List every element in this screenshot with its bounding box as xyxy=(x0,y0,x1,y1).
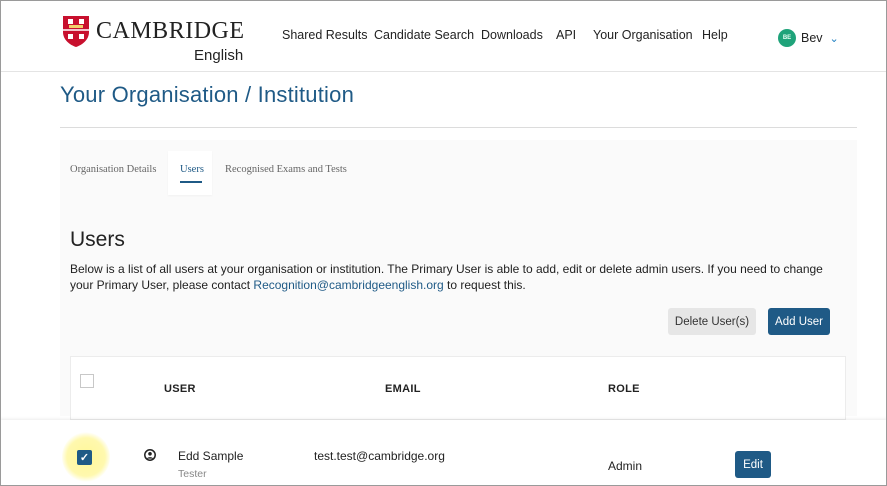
user-icon xyxy=(144,449,156,461)
user-menu[interactable]: BE Bev ⌄ xyxy=(778,28,839,48)
top-header: CAMBRIDGE English Shared Results Candida… xyxy=(0,0,887,72)
user-role: Admin xyxy=(608,459,643,473)
cambridge-english-logo[interactable]: CAMBRIDGE English xyxy=(62,14,245,66)
nav-shared-results[interactable]: Shared Results xyxy=(282,28,367,42)
delete-users-button[interactable]: Delete User(s) xyxy=(668,308,756,335)
user-name-label: Bev xyxy=(801,31,823,45)
tab-organisation-details[interactable]: Organisation Details xyxy=(70,164,156,175)
column-header-role[interactable]: ROLE xyxy=(608,383,640,395)
user-email: test.test@cambridge.org xyxy=(314,449,445,463)
nav-your-organisation[interactable]: Your Organisation xyxy=(593,28,693,42)
select-all-checkbox[interactable] xyxy=(80,374,94,388)
title-divider xyxy=(60,127,857,128)
nav-candidate-search[interactable]: Candidate Search xyxy=(374,28,474,42)
column-header-email[interactable]: EMAIL xyxy=(385,383,421,395)
active-tab-indicator xyxy=(180,181,202,183)
description-text-end: to request this. xyxy=(443,278,526,292)
avatar: BE xyxy=(778,29,796,47)
cambridge-shield-icon xyxy=(63,16,89,47)
edit-user-button[interactable]: Edit xyxy=(735,451,771,478)
section-heading: Users xyxy=(70,228,125,251)
tab-recognised-exams[interactable]: Recognised Exams and Tests xyxy=(225,164,347,175)
chevron-down-icon: ⌄ xyxy=(829,32,839,45)
logo-wordmark: CAMBRIDGE xyxy=(96,18,245,44)
user-name: Edd Sample xyxy=(178,449,244,463)
section-description: Below is a list of all users at your org… xyxy=(70,261,840,293)
logo-subtitle: English xyxy=(194,47,244,64)
user-subtitle: Tester xyxy=(178,468,207,480)
contact-email-link[interactable]: Recognition@cambridgeenglish.org xyxy=(253,278,443,292)
nav-api[interactable]: API xyxy=(556,28,576,42)
column-header-user[interactable]: USER xyxy=(164,383,196,395)
row-checkbox[interactable]: ✓ xyxy=(77,450,92,465)
page-title: Your Organisation / Institution xyxy=(60,82,355,107)
add-user-button[interactable]: Add User xyxy=(768,308,830,335)
nav-downloads[interactable]: Downloads xyxy=(481,28,543,42)
tab-users[interactable]: Users xyxy=(180,164,204,175)
nav-help[interactable]: Help xyxy=(702,28,728,42)
